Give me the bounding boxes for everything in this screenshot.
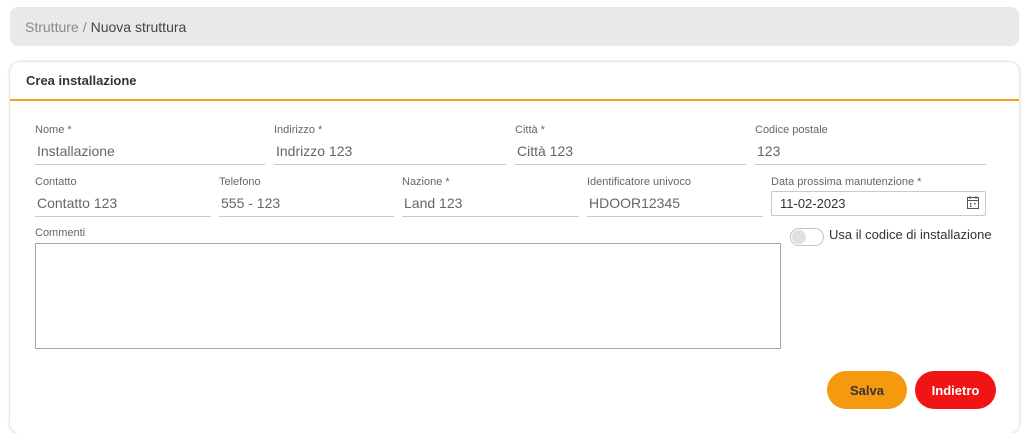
telefono-field-group: Telefono 555 - 123 (219, 176, 394, 217)
back-button[interactable]: Indietro (915, 371, 996, 409)
card-title: Crea installazione (10, 62, 1019, 101)
breadcrumb-current: Nuova struttura (90, 18, 187, 35)
codice-postale-label: Codice postale (755, 124, 828, 136)
nazione-input[interactable]: Land 123 (402, 190, 579, 217)
nome-input[interactable]: Installazione (35, 138, 265, 165)
form-card: Crea installazione Nome * Installazione … (10, 62, 1019, 433)
indirizzo-field-group: Indirizzo * Indrizzo 123 (274, 124, 506, 165)
installation-code-toggle[interactable] (790, 228, 824, 246)
data-manutenzione-label: Data prossima manutenzione * (771, 176, 922, 188)
save-button[interactable]: Salva (827, 371, 907, 409)
toggle-knob (792, 230, 806, 244)
data-manutenzione-value: 11-02-2023 (780, 196, 846, 211)
commenti-textarea[interactable] (35, 243, 781, 349)
nazione-field-group: Nazione * Land 123 (402, 176, 579, 217)
citta-field-group: Città * Città 123 (515, 124, 746, 165)
breadcrumb-parent-link[interactable]: Strutture (25, 19, 79, 35)
codice-postale-field-group: Codice postale 123 (755, 124, 986, 165)
installation-code-toggle-label: Usa il codice di installazione (829, 226, 992, 242)
identificatore-label: Identificatore univoco (587, 176, 691, 188)
contatto-input[interactable]: Contatto 123 (35, 190, 211, 217)
contatto-label: Contatto (35, 176, 77, 188)
telefono-input[interactable]: 555 - 123 (219, 190, 394, 217)
indirizzo-label: Indirizzo * (274, 124, 323, 136)
data-manutenzione-field-group: Data prossima manutenzione * (771, 176, 986, 190)
telefono-label: Telefono (219, 176, 261, 188)
citta-label: Città * (515, 124, 545, 136)
breadcrumb-separator: / (82, 18, 87, 35)
identificatore-field-group: Identificatore univoco HDOOR12345 (587, 176, 763, 217)
nome-field-group: Nome * Installazione (35, 124, 265, 165)
data-manutenzione-input[interactable]: 11-02-2023 (771, 191, 986, 216)
nazione-label: Nazione * (402, 176, 450, 188)
contatto-field-group: Contatto Contatto 123 (35, 176, 211, 217)
citta-input[interactable]: Città 123 (515, 138, 746, 165)
calendar-icon[interactable] (967, 196, 979, 209)
indirizzo-input[interactable]: Indrizzo 123 (274, 138, 506, 165)
breadcrumb: Strutture / Nuova struttura (10, 7, 1019, 46)
installation-code-toggle-group: Usa il codice di installazione (790, 226, 992, 246)
commenti-label: Commenti (35, 227, 86, 239)
identificatore-input[interactable]: HDOOR12345 (587, 190, 763, 217)
nome-label: Nome * (35, 124, 72, 136)
codice-postale-input[interactable]: 123 (755, 138, 986, 165)
